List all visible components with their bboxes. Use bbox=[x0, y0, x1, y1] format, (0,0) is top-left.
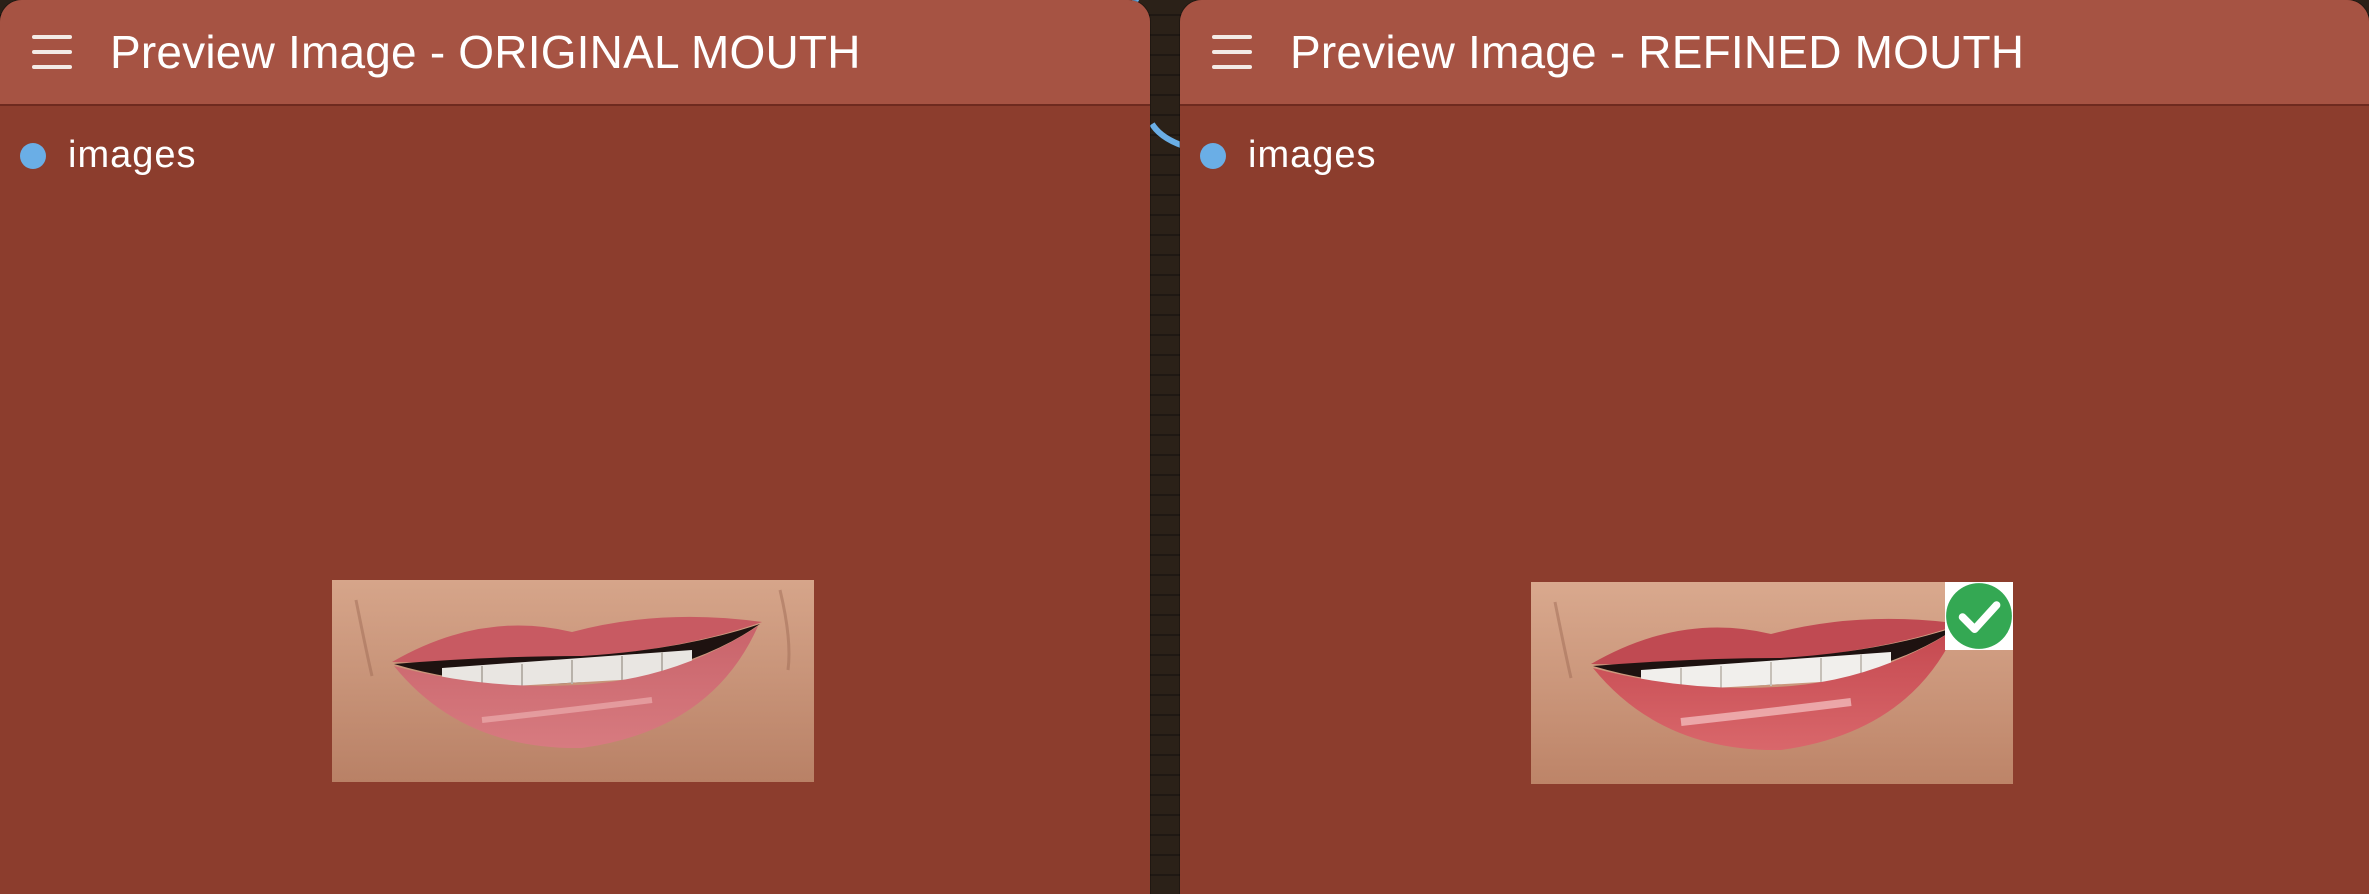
input-slot-images[interactable]: images bbox=[1200, 134, 1377, 177]
preview-node-refined[interactable]: Preview Image - REFINED MOUTH images bbox=[1180, 0, 2369, 894]
hamburger-menu-icon[interactable] bbox=[32, 35, 72, 69]
hamburger-menu-icon[interactable] bbox=[1212, 35, 1252, 69]
input-slot-images[interactable]: images bbox=[20, 134, 197, 177]
node-header[interactable]: Preview Image - REFINED MOUTH bbox=[1180, 0, 2369, 106]
slot-label: images bbox=[1248, 134, 1377, 176]
slot-connector-dot[interactable] bbox=[1200, 142, 1226, 169]
node-title: Preview Image - ORIGINAL MOUTH bbox=[110, 26, 861, 78]
slot-label: images bbox=[68, 134, 197, 176]
check-circle-icon bbox=[1945, 582, 2013, 650]
preview-image-original-mouth[interactable] bbox=[332, 580, 814, 782]
preview-node-original[interactable]: Preview Image - ORIGINAL MOUTH images bbox=[0, 0, 1150, 894]
preview-image-refined-mouth[interactable] bbox=[1531, 582, 2013, 784]
node-title: Preview Image - REFINED MOUTH bbox=[1290, 26, 2025, 78]
slot-connector-dot[interactable] bbox=[20, 142, 46, 169]
node-header[interactable]: Preview Image - ORIGINAL MOUTH bbox=[0, 0, 1150, 106]
